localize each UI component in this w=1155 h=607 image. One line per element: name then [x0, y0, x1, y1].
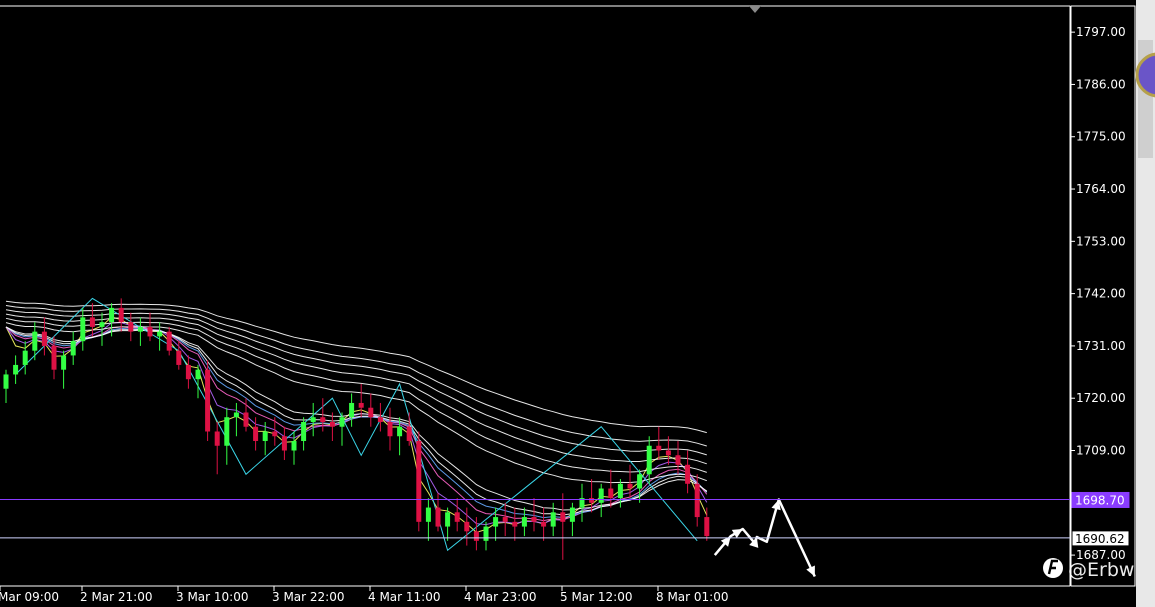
- y-tick-label: 1753.00: [1076, 234, 1126, 248]
- candle-body: [377, 417, 383, 422]
- candle-body: [368, 407, 374, 418]
- candle-body: [32, 331, 38, 351]
- candle-body: [195, 369, 201, 380]
- candle-body: [80, 317, 86, 342]
- candle-body: [473, 531, 479, 541]
- candle-body: [118, 307, 124, 323]
- candle-body: [3, 374, 9, 389]
- candle-body: [589, 498, 595, 503]
- candle-body: [166, 331, 172, 351]
- chart-canvas: 1797.00 1786.00 1775.00 1764.00 1753.00 1742.…: [0, 0, 1155, 607]
- candle-body: [224, 417, 230, 446]
- candle-body: [13, 364, 19, 375]
- x-tick-label: 4 Mar 11:00: [368, 590, 441, 604]
- candle-body: [521, 517, 527, 527]
- candle-body: [320, 417, 326, 422]
- candle-body: [41, 331, 47, 346]
- candle-body: [483, 526, 489, 541]
- candle-body: [397, 426, 403, 437]
- x-tick-label: 3 Mar 22:00: [272, 590, 345, 604]
- y-tick-label: 1720.00: [1076, 391, 1126, 405]
- candle-body: [425, 507, 431, 522]
- candle-body: [349, 402, 355, 418]
- candle-body: [406, 426, 412, 441]
- candle-body: [291, 441, 297, 451]
- candle-body: [531, 517, 537, 522]
- candle-body: [454, 512, 460, 522]
- candle-body: [445, 512, 451, 527]
- candle-body: [608, 488, 614, 499]
- candle-body: [339, 417, 345, 427]
- x-tick-label: 5 Mar 12:00: [560, 590, 633, 604]
- candle-body: [646, 445, 652, 475]
- candle-body: [99, 322, 105, 327]
- candle-body: [416, 441, 422, 522]
- candle-body: [233, 412, 239, 418]
- y-tick-label: 1797.00: [1076, 25, 1126, 39]
- candle-body: [310, 417, 316, 422]
- candle-body: [598, 488, 604, 503]
- y-tick-label: 1709.00: [1076, 444, 1126, 458]
- candle-body: [617, 483, 623, 499]
- candle-body: [128, 322, 134, 332]
- chart-background: [0, 0, 1155, 607]
- y-tick-label: 1764.00: [1076, 182, 1126, 196]
- candle-body: [358, 402, 364, 408]
- candle-body: [70, 341, 76, 356]
- candle-body: [51, 345, 57, 370]
- candle-body: [109, 307, 115, 323]
- candle-body: [550, 512, 556, 527]
- candle-body: [704, 517, 710, 537]
- candle-body: [675, 455, 681, 465]
- candle-body: [89, 317, 95, 327]
- candle-body: [627, 483, 633, 489]
- candle-body: [464, 521, 470, 532]
- candle-body: [329, 421, 335, 427]
- candle-body: [205, 369, 211, 432]
- candle-body: [512, 521, 518, 527]
- y-tick-label: 1775.00: [1076, 130, 1126, 144]
- candle-body: [176, 350, 182, 365]
- y-tick-label: 1742.00: [1076, 287, 1126, 301]
- price-line-label: 1698.70: [1075, 493, 1125, 507]
- x-tick-label: 8 Mar 01:00: [656, 590, 729, 604]
- candle-body: [137, 326, 143, 332]
- candle-body: [214, 431, 220, 446]
- candle-body: [387, 421, 393, 437]
- candle-body: [185, 364, 191, 380]
- candle-body: [22, 350, 28, 365]
- candle: [205, 360, 211, 441]
- candle-body: [569, 507, 575, 522]
- x-tick-label: Mar 09:00: [0, 590, 59, 604]
- candle-body: [665, 450, 671, 456]
- candle-body: [262, 431, 268, 441]
- x-tick-label: 3 Mar 10:00: [176, 590, 249, 604]
- x-tick-label: 4 Mar 23:00: [464, 590, 537, 604]
- candle-body: [61, 355, 67, 370]
- candle-body: [685, 464, 691, 484]
- candle-body: [281, 436, 287, 451]
- x-tick-label: 2 Mar 21:00: [80, 590, 153, 604]
- candle-body: [157, 331, 163, 337]
- candle: [416, 431, 422, 532]
- candle-body: [493, 517, 499, 527]
- candle-body: [502, 517, 508, 522]
- y-tick-label: 1786.00: [1076, 77, 1126, 91]
- candle-body: [637, 474, 643, 489]
- candle-body: [435, 507, 441, 527]
- candle-body: [253, 426, 259, 441]
- candle-body: [147, 326, 153, 337]
- scrollbar[interactable]: [1135, 0, 1155, 607]
- candle-body: [243, 412, 249, 427]
- y-tick-label: 1731.00: [1076, 339, 1126, 353]
- candle-body: [301, 421, 307, 441]
- watermark-text: @Erbw: [1068, 559, 1134, 581]
- candle-body: [694, 483, 700, 518]
- candle-body: [560, 512, 566, 522]
- candle-body: [656, 445, 662, 451]
- candle-body: [272, 431, 278, 437]
- candle-body: [541, 521, 547, 527]
- price-line-label: 1690.62: [1075, 532, 1125, 546]
